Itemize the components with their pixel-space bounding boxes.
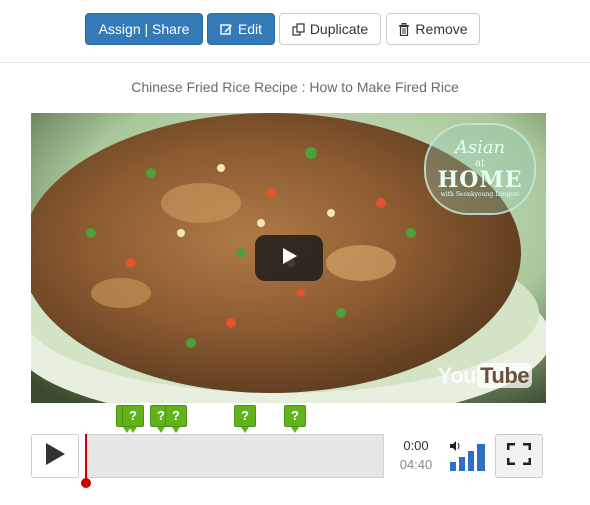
question-marker[interactable]: ? bbox=[284, 405, 306, 433]
question-markers: ? ? ? ? ? ? bbox=[31, 405, 391, 435]
brand-line-4: with Seonkyoung Longest bbox=[440, 191, 520, 198]
duplicate-icon bbox=[292, 22, 305, 36]
video-player[interactable]: Asian at HOME with Seonkyoung Longest Yo… bbox=[31, 113, 546, 403]
youtube-logo: You Tube bbox=[438, 363, 532, 389]
video-title: Chinese Fried Rice Recipe : How to Make … bbox=[131, 79, 459, 95]
volume-control[interactable] bbox=[449, 440, 487, 472]
playhead-handle[interactable] bbox=[81, 478, 91, 488]
edit-label: Edit bbox=[237, 21, 263, 37]
play-button[interactable] bbox=[31, 434, 79, 478]
remove-label: Remove bbox=[415, 21, 468, 37]
fullscreen-button[interactable] bbox=[495, 434, 543, 478]
toolbar: Assign | Share Edit Duplicate Remove bbox=[0, 13, 590, 47]
channel-brand-logo: Asian at HOME with Seonkyoung Longest bbox=[424, 123, 536, 215]
volume-icon bbox=[450, 441, 485, 471]
play-icon bbox=[44, 442, 66, 471]
question-marker[interactable]: ? bbox=[122, 405, 144, 433]
duplicate-button[interactable]: Duplicate bbox=[279, 13, 381, 45]
assign-share-button[interactable]: Assign | Share bbox=[85, 13, 203, 45]
edit-icon bbox=[220, 23, 233, 36]
total-time: 04:40 bbox=[399, 457, 433, 472]
current-time: 0:00 bbox=[403, 438, 429, 453]
question-marker[interactable]: ? bbox=[165, 405, 187, 433]
trash-icon bbox=[398, 22, 410, 36]
brand-line-3: HOME bbox=[437, 167, 523, 193]
video-play-button[interactable] bbox=[255, 235, 323, 281]
remove-button[interactable]: Remove bbox=[386, 13, 480, 45]
progress-track[interactable] bbox=[85, 434, 384, 478]
edit-button[interactable]: Edit bbox=[207, 13, 275, 45]
duplicate-label: Duplicate bbox=[309, 21, 369, 37]
brand-line-1: Asian bbox=[454, 137, 506, 158]
youtube-logo-you: You bbox=[437, 363, 477, 388]
youtube-logo-tube: Tube bbox=[477, 363, 532, 388]
playhead-line[interactable] bbox=[85, 434, 87, 484]
divider bbox=[0, 62, 590, 63]
fullscreen-icon bbox=[506, 442, 532, 470]
question-marker[interactable]: ? bbox=[234, 405, 256, 433]
assign-share-label: Assign | Share bbox=[98, 21, 190, 37]
play-icon bbox=[279, 246, 299, 271]
